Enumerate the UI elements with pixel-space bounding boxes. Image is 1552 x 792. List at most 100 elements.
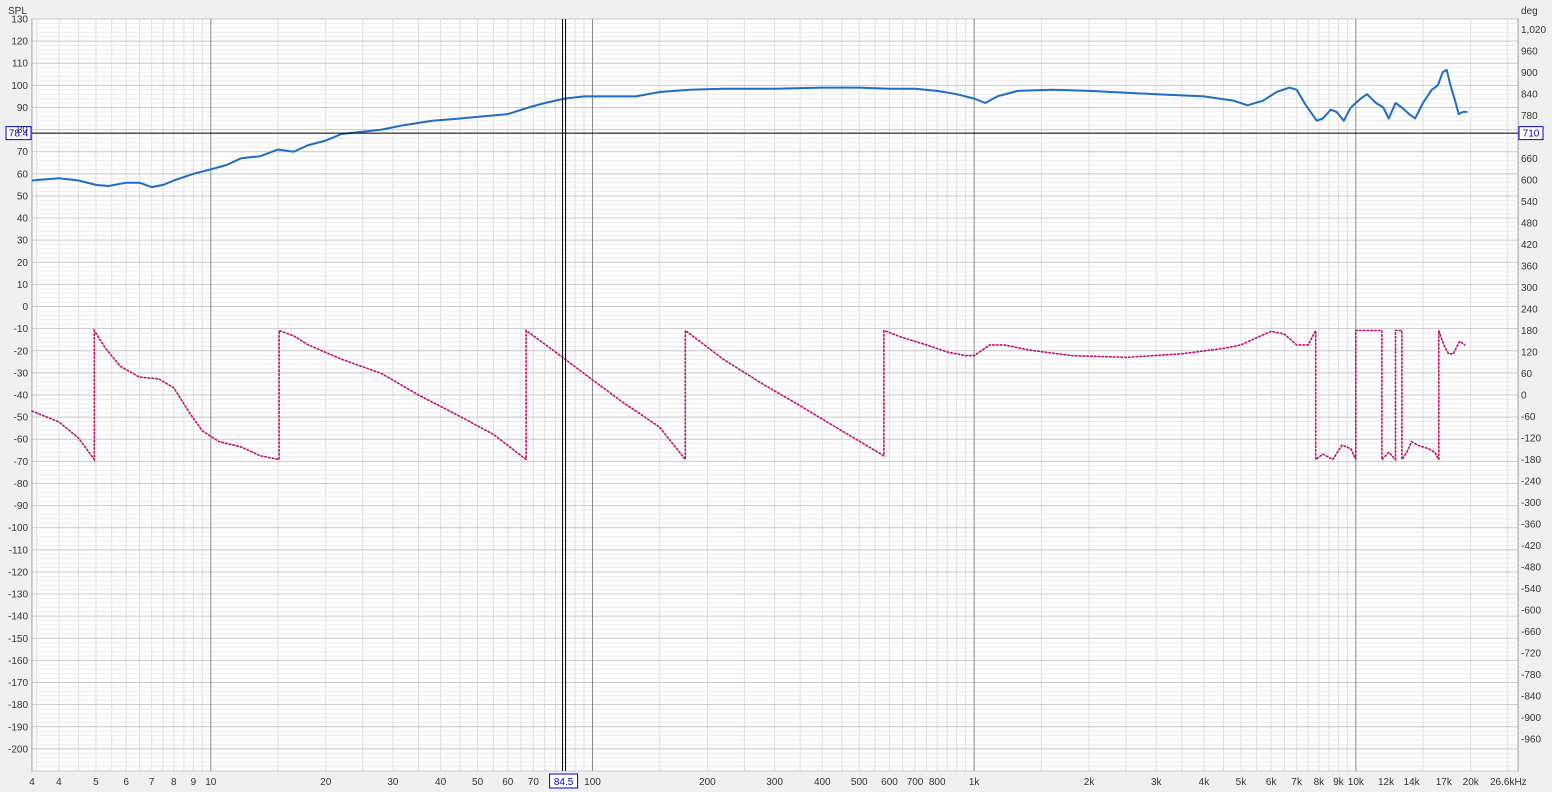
y-left-tick-label: 110	[12, 59, 28, 70]
y-right-tick-label: 540	[1521, 197, 1538, 208]
x-tick-label: 300	[766, 777, 783, 788]
x-tick-label: 8	[171, 777, 177, 788]
y-left-tick-label: -140	[8, 612, 28, 623]
y-right-tick-label: 120	[1521, 348, 1538, 359]
y-left-tick-label: 60	[17, 169, 29, 180]
y-left-tick-label: 0	[22, 302, 28, 313]
y-right-tick-label: 480	[1521, 219, 1538, 230]
x-tick-labels: 4 4 5 6 7 8 9 10 20 30 40 50 60 70 100 200 300 400 500 600 7…	[29, 777, 1480, 788]
cursor-phase-label: 710	[1523, 129, 1540, 140]
y-right-tick-label: 180	[1521, 326, 1538, 337]
x-tick-label: 800	[929, 777, 946, 788]
y-left-tick-label: 100	[11, 81, 28, 92]
y-right-tick-label: 780	[1521, 111, 1538, 122]
x-tick-label: 4k	[1199, 777, 1211, 788]
y-right-tick-label: -480	[1521, 562, 1541, 573]
y-right-tick-label: 960	[1521, 47, 1538, 58]
y-left-tick-label: -130	[8, 590, 28, 601]
y-right-tick-label: -600	[1521, 605, 1541, 616]
x-tick-label: 7	[149, 777, 155, 788]
x-tick-label: 9k	[1333, 777, 1345, 788]
x-tick-label: 17k	[1436, 777, 1453, 788]
x-tick-label: 200	[699, 777, 716, 788]
x-tick-label: 3k	[1151, 777, 1163, 788]
x-tick-label: 400	[814, 777, 831, 788]
y-left-tick-label: 70	[17, 147, 29, 158]
x-tick-label: 12k	[1378, 777, 1395, 788]
y-right-tick-label: 900	[1521, 68, 1538, 79]
y-right-tick-label: 60	[1521, 369, 1533, 380]
x-tick-label: 4	[56, 777, 62, 788]
x-tick-label: 5	[93, 777, 99, 788]
y-right-tick-label: -960	[1521, 734, 1541, 745]
y-right-tick-label: 300	[1521, 283, 1538, 294]
y-right-tick-label: -900	[1521, 713, 1541, 724]
y-left-tick-label: -200	[8, 744, 28, 755]
y-left-tick-label: -80	[14, 479, 29, 490]
x-tick-label: 6	[123, 777, 129, 788]
x-tick-label: 8k	[1314, 777, 1326, 788]
x-tick-label: 7k	[1291, 777, 1303, 788]
y-left-tick-label: -160	[8, 656, 28, 667]
x-axis-unit-label: 26.6kHz	[1490, 777, 1527, 788]
y-left-tick-label: -90	[14, 501, 29, 512]
y-right-axis-label: deg	[1521, 6, 1538, 17]
y-left-tick-label: 120	[11, 37, 28, 48]
y-right-tick-label: -180	[1521, 455, 1541, 466]
x-tick-label: 6k	[1266, 777, 1278, 788]
y-left-tick-label: 40	[17, 214, 29, 225]
y-right-tick-label: 0	[1521, 391, 1527, 402]
y-left-tick-label: -100	[8, 523, 28, 534]
x-tick-label: 500	[851, 777, 868, 788]
y-left-tick-label: -30	[14, 368, 29, 379]
y-left-tick-label: -10	[14, 324, 29, 335]
y-left-tick-label: -170	[8, 678, 28, 689]
x-tick-label: 600	[881, 777, 898, 788]
y-right-tick-label: -120	[1521, 433, 1541, 444]
x-tick-label: 70	[528, 777, 540, 788]
y-left-tick-label: 80	[17, 125, 29, 136]
x-tick-label: 4	[29, 777, 35, 788]
y-left-tick-label: -50	[14, 413, 29, 424]
y-left-tick-label: 10	[17, 280, 29, 291]
y-right-tick-label: -60	[1521, 412, 1536, 423]
y-right-tick-label: -780	[1521, 670, 1541, 681]
y-right-tick-label: 360	[1521, 262, 1538, 273]
y-right-tick-label: -540	[1521, 584, 1541, 595]
y-left-tick-label: -190	[8, 722, 28, 733]
x-tick-label: 10k	[1348, 777, 1365, 788]
y-right-tick-label: -660	[1521, 627, 1541, 638]
x-tick-label: 700	[907, 777, 924, 788]
x-tick-label: 5k	[1236, 777, 1248, 788]
x-tick-label: 2k	[1084, 777, 1096, 788]
y-left-tick-label: -60	[14, 435, 29, 446]
y-right-tick-label: 1,020	[1521, 25, 1546, 36]
x-tick-label: 9	[191, 777, 197, 788]
y-left-tick-label: -20	[14, 346, 29, 357]
y-left-tick-label: -180	[8, 700, 28, 711]
y-left-tick-label: -110	[9, 545, 29, 556]
y-right-tick-label: 420	[1521, 240, 1538, 251]
y-right-tick-label: 600	[1521, 176, 1538, 187]
x-tick-label: 20	[320, 777, 332, 788]
y-right-tick-label: 840	[1521, 90, 1538, 101]
y-left-tick-label: -70	[14, 457, 29, 468]
y-right-tick-label: -720	[1521, 648, 1541, 659]
y-left-tick-label: 90	[17, 103, 29, 114]
x-tick-label: 40	[435, 777, 447, 788]
x-tick-label: 100	[584, 777, 601, 788]
x-tick-label: 14k	[1404, 777, 1421, 788]
x-tick-label: 30	[387, 777, 399, 788]
x-tick-label: 60	[502, 777, 514, 788]
y-left-axis-label: SPL	[8, 6, 27, 17]
y-left-tick-label: -120	[8, 567, 28, 578]
y-left-tick-labels: 1301201101009080706050403020100-10-20-30…	[8, 15, 28, 756]
frequency-response-chart: 78.4 71084.5 1301201101009080706050403020…	[5, 6, 1546, 789]
y-right-tick-label: 660	[1521, 154, 1538, 165]
y-left-tick-label: 50	[17, 191, 29, 202]
y-left-tick-label: -150	[8, 634, 28, 645]
cursor-x-label: 84.5	[554, 777, 574, 788]
y-left-tick-label: 20	[17, 258, 29, 269]
y-right-tick-label: -300	[1521, 498, 1541, 509]
y-right-tick-label: 240	[1521, 305, 1538, 316]
